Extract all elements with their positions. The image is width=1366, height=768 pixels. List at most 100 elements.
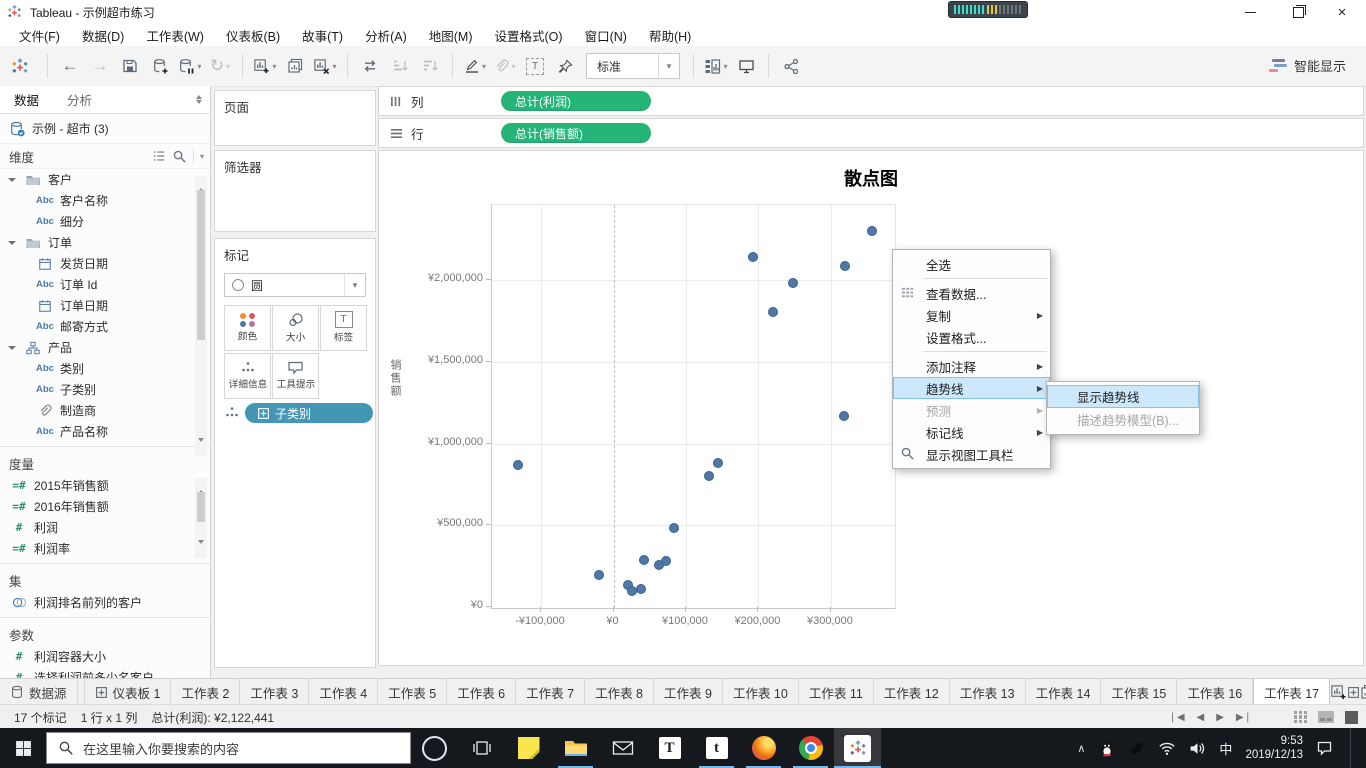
tree-caret-icon[interactable] (8, 177, 16, 182)
menubar-item[interactable]: 仪表板(B) (215, 24, 291, 47)
parameter-field[interactable]: # 选择利润前多少名客户 (0, 667, 210, 678)
sheet-tab[interactable]: 工作表 2 (171, 679, 241, 705)
measure-field[interactable]: =# 2015年销售额 (0, 475, 210, 496)
set-field[interactable]: 利润排名前列的客户 (0, 592, 210, 613)
sheet-tab[interactable]: 工作表 12 (874, 679, 950, 705)
firefox-taskbar-icon[interactable] (740, 728, 787, 768)
sheet-tab[interactable]: 工作表 3 (240, 679, 310, 705)
fit-selector-dropdown[interactable]: 标准 ▾ (586, 53, 680, 79)
context-menu-item[interactable]: 显示视图工具栏 (893, 443, 1050, 465)
context-menu-item[interactable]: 趋势线 ▶ (893, 377, 1050, 399)
dimensions-scrollbar[interactable] (195, 174, 207, 456)
pause-updates-button[interactable]: ▾ (176, 51, 204, 81)
tray-expand-icon[interactable]: ∧ (1077, 742, 1085, 755)
new-story-tab[interactable] (1360, 679, 1366, 705)
scatter-point[interactable] (636, 584, 647, 595)
sheet-tab[interactable]: 工作表 8 (585, 679, 655, 705)
menubar-item[interactable]: 文件(F) (8, 24, 71, 47)
menubar-item[interactable]: 故事(T) (291, 24, 354, 47)
cortana-taskbar-icon[interactable] (411, 728, 458, 768)
highlight-button[interactable]: ▾ (461, 51, 489, 81)
mail-taskbar-icon[interactable] (599, 728, 646, 768)
new-worksheet-tab[interactable] (1330, 679, 1347, 705)
sheet-tab[interactable]: 工作表 15 (1101, 679, 1178, 705)
parameter-field[interactable]: # 利润容器大小 (0, 646, 210, 667)
search-icon[interactable] (172, 149, 187, 164)
sheet-tab[interactable]: 仪表板 1 (85, 679, 172, 705)
measure-field[interactable]: =# 2016年销售额 (0, 496, 210, 517)
marks-button-2[interactable]: 大小 (272, 305, 319, 351)
restore-button[interactable] (1278, 0, 1318, 24)
mark-type-dropdown[interactable]: 圆 ▾ (224, 273, 366, 297)
scatter-point[interactable] (747, 252, 758, 262)
volume-icon[interactable] (1189, 741, 1206, 756)
menubar-item[interactable]: 窗口(N) (574, 24, 638, 47)
first-sheet-button[interactable]: ❘◀ (1168, 712, 1184, 723)
measure-field[interactable]: =# 利润率 (0, 538, 210, 559)
new-worksheet-button[interactable]: ▾ (251, 51, 279, 81)
dimension-field[interactable]: 订单日期 (0, 295, 210, 316)
datasource-item[interactable]: 示例 - 超市 (3) (0, 114, 210, 144)
file-explorer-taskbar-icon[interactable] (552, 728, 599, 768)
context-menu-item[interactable]: 设置格式... (893, 326, 1050, 348)
action-center-icon[interactable] (1316, 740, 1333, 756)
typora-taskbar-icon[interactable]: t (693, 728, 740, 768)
sheet-tab[interactable]: 工作表 17 (1253, 679, 1331, 705)
menubar-item[interactable]: 设置格式(O) (484, 24, 574, 47)
tree-caret-icon[interactable] (8, 240, 16, 245)
sheet-tab[interactable]: 工作表 13 (950, 679, 1026, 705)
dimension-field[interactable]: Abc 子类别 (0, 379, 210, 400)
filmstrip-view-icon[interactable] (1318, 711, 1334, 723)
dimension-field[interactable]: 发货日期 (0, 253, 210, 274)
chart-pane[interactable] (491, 204, 896, 609)
qq-icon[interactable] (1098, 738, 1116, 758)
dimension-field[interactable]: Abc 产品名称 (0, 421, 210, 442)
sheet-tab[interactable]: 工作表 7 (516, 679, 586, 705)
tableau-logo-button[interactable] (6, 51, 34, 81)
context-menu-item[interactable]: 添加注释 ▶ (893, 355, 1050, 377)
letter-t-app-taskbar-icon[interactable]: T (646, 728, 693, 768)
marks-button-4[interactable]: 详细信息 (224, 353, 271, 399)
previous-sheet-button[interactable]: ◀ (1197, 712, 1205, 723)
scatter-point[interactable] (838, 410, 849, 421)
list-view-icon[interactable] (152, 149, 166, 163)
share-button[interactable] (777, 51, 805, 81)
scatter-point[interactable] (787, 278, 798, 288)
scatter-point[interactable] (668, 522, 679, 533)
filters-shelf[interactable]: 筛选器 (214, 150, 376, 232)
tree-caret-icon[interactable] (8, 345, 16, 350)
tray-app-icon[interactable] (1129, 740, 1145, 756)
show-cards-button[interactable]: ▾ (702, 51, 730, 81)
sheet-tab[interactable]: 工作表 9 (654, 679, 723, 705)
measure-field[interactable]: # 利润 (0, 517, 210, 538)
scatter-point[interactable] (767, 307, 778, 317)
scatter-point[interactable] (594, 570, 604, 580)
marks-button-3[interactable]: T 标签 (320, 305, 367, 351)
context-menu-item[interactable]: 全选 (893, 253, 1050, 275)
save-button[interactable] (116, 51, 144, 81)
scatter-point[interactable] (639, 554, 650, 565)
measure-pill[interactable]: 总计(销售额) (501, 123, 651, 143)
dimension-field[interactable]: Abc 细分 (0, 211, 210, 232)
chrome-taskbar-icon[interactable] (787, 728, 834, 768)
context-menu-item[interactable]: 查看数据... (893, 282, 1050, 304)
wifi-icon[interactable] (1158, 741, 1176, 756)
sheet-tab[interactable]: 工作表 14 (1026, 679, 1102, 705)
new-dashboard-tab[interactable] (1347, 679, 1360, 705)
sheet-tab[interactable]: 工作表 6 (447, 679, 517, 705)
clear-sheet-button[interactable]: ▾ (311, 51, 339, 81)
scatter-point[interactable] (712, 458, 723, 468)
swap-rows-columns-button[interactable] (356, 51, 384, 81)
submenu-item[interactable]: 显示趋势线 (1047, 385, 1199, 408)
presentation-mode-button[interactable] (732, 51, 760, 81)
fix-axes-button[interactable] (551, 51, 579, 81)
undo-button[interactable]: ← (56, 51, 84, 81)
worksheet-view[interactable]: 散点图 销售额 利润 ¥0¥500,000¥1,000,000¥1,500,00… (378, 150, 1364, 706)
last-sheet-button[interactable]: ▶❘ (1236, 712, 1252, 723)
menubar-item[interactable]: 数据(D) (71, 24, 135, 47)
next-sheet-button[interactable]: ▶ (1216, 712, 1224, 723)
sheet-tab[interactable]: 工作表 4 (309, 679, 379, 705)
tab-analytics[interactable]: 分析 (53, 86, 106, 114)
menubar-item[interactable]: 分析(A) (354, 24, 418, 47)
marks-button-1[interactable]: 颜色 (224, 305, 271, 351)
